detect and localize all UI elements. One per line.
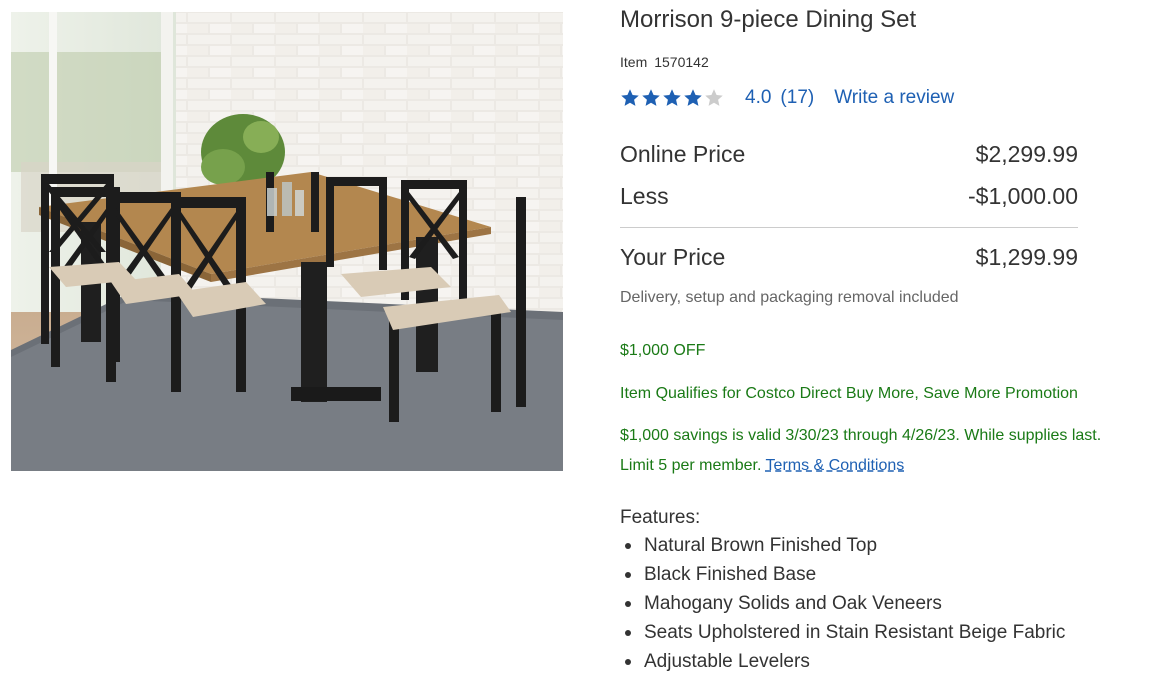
dining-set-photo (11, 12, 563, 471)
star-icon (642, 89, 660, 106)
discount-label: Less (620, 182, 669, 209)
item-number: 1570142 (654, 54, 709, 70)
review-count-link[interactable]: (17) (780, 87, 814, 109)
online-price-row: Online Price $2,299.99 (620, 138, 1078, 170)
star-icon (705, 89, 723, 106)
promo-limit-text: Limit 5 per member. (620, 457, 762, 474)
item-label: Item (620, 54, 648, 70)
write-review-link[interactable]: Write a review (834, 87, 954, 109)
price-divider (620, 227, 1078, 228)
your-price-row: Your Price $1,299.99 (620, 241, 1078, 273)
discount-row: Less -$1,000.00 (620, 180, 1078, 212)
bullet-icon (625, 601, 631, 607)
online-price-value: $2,299.99 (975, 140, 1078, 167)
product-title: Morrison 9-piece Dining Set (620, 6, 917, 33)
feature-item: Seats Upholstered in Stain Resistant Bei… (620, 618, 1065, 647)
terms-conditions-link[interactable]: Terms & Conditions (766, 457, 905, 474)
features-list: Natural Brown Finished Top Black Finishe… (620, 531, 1065, 676)
feature-item: Mahogany Solids and Oak Veneers (620, 589, 1065, 618)
features-section: Features: Natural Brown Finished Top Bla… (620, 507, 1065, 676)
bullet-icon (625, 630, 631, 636)
your-price-value: $1,299.99 (975, 243, 1078, 270)
feature-item: Natural Brown Finished Top (620, 531, 1065, 560)
star-icon (621, 89, 639, 106)
price-table: Online Price $2,299.99 Less -$1,000.00 Y… (620, 138, 1078, 273)
promo-qualifies: Item Qualifies for Costco Direct Buy Mor… (620, 385, 1078, 402)
bullet-icon (625, 572, 631, 578)
rating-stars[interactable] (620, 88, 725, 108)
features-heading: Features: (620, 507, 701, 528)
rating-value: 4.0 (745, 87, 772, 108)
promo-validity: $1,000 savings is valid 3/30/23 through … (620, 427, 1102, 444)
star-icon (663, 89, 681, 106)
online-price-label: Online Price (620, 140, 746, 167)
your-price-label: Your Price (620, 243, 726, 270)
discount-value: -$1,000.00 (968, 182, 1078, 209)
promo-discount: $1,000 OFF (620, 342, 706, 359)
rating-row: 4.0 (17) Write a review (620, 86, 954, 110)
feature-item: Black Finished Base (620, 560, 1065, 589)
delivery-note: Delivery, setup and packaging removal in… (620, 289, 959, 306)
item-number-line: Item 1570142 (620, 54, 709, 70)
bullet-icon (625, 543, 631, 549)
promo-limit: Limit 5 per member. Terms & Conditions (620, 457, 904, 475)
bullet-icon (625, 659, 631, 665)
product-image[interactable] (11, 12, 563, 471)
star-icon (684, 89, 702, 106)
feature-item: Adjustable Levelers (620, 647, 1065, 676)
